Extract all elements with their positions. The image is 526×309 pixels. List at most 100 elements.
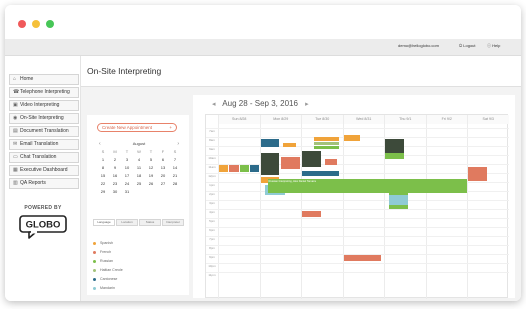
- sidebar-item[interactable]: ⌂ Home: [9, 74, 79, 85]
- sidebar-item[interactable]: ▣ Video Interpreting: [9, 100, 79, 111]
- appointment-event[interactable]: [281, 157, 300, 169]
- sidebar-item[interactable]: ▥ QA Reports: [9, 178, 79, 189]
- appointment-event[interactable]: [229, 165, 239, 172]
- hour-line: [206, 173, 509, 174]
- title-bar: [5, 5, 521, 39]
- appointment-event[interactable]: [389, 195, 408, 205]
- appointment-event[interactable]: [283, 143, 296, 147]
- sidebar-item[interactable]: ▤ Document Translation: [9, 126, 79, 137]
- mini-calendar-day[interactable]: 27: [157, 180, 169, 188]
- legend-dot-icon: [93, 241, 96, 245]
- mini-calendar-day[interactable]: 6: [157, 156, 169, 164]
- mini-calendar-day[interactable]: 26: [145, 180, 157, 188]
- logout-label: Logout: [463, 43, 476, 48]
- filter-tab[interactable]: Location: [116, 219, 138, 226]
- appointment-event[interactable]: [260, 153, 280, 175]
- mini-calendar-day[interactable]: 30: [109, 188, 121, 196]
- dashboard-icon: ▦: [13, 167, 18, 173]
- mini-calendar-day[interactable]: 16: [109, 172, 121, 180]
- appointment-event[interactable]: [260, 139, 280, 147]
- legend-item[interactable]: Mandarin: [93, 286, 115, 290]
- main-content: On-Site Interpreting Create New Appointm…: [81, 56, 521, 301]
- hour-line: [206, 245, 509, 246]
- mini-calendar-day[interactable]: 12: [145, 164, 157, 172]
- mini-calendar-day[interactable]: 24: [121, 180, 133, 188]
- mini-calendar-day[interactable]: 7: [169, 156, 181, 164]
- prev-week-icon[interactable]: ◂: [212, 101, 216, 108]
- appointment-event[interactable]: [219, 165, 229, 172]
- create-appointment-button[interactable]: Create New Appointment +: [97, 123, 177, 132]
- appointment-event[interactable]: [385, 153, 404, 159]
- legend-label: Haitian Creole: [100, 268, 123, 272]
- mini-calendar-day[interactable]: 17: [121, 172, 133, 180]
- help-link[interactable]: ⓘ Help: [487, 43, 500, 49]
- appointment-event[interactable]: [343, 255, 381, 261]
- legend-item[interactable]: Cantonese: [93, 277, 117, 281]
- appointment-event[interactable]: [324, 159, 338, 165]
- mini-calendar-day[interactable]: 4: [133, 156, 145, 164]
- mini-calendar-day[interactable]: 23: [109, 180, 121, 188]
- appointment-event[interactable]: [468, 167, 487, 181]
- filter-tab[interactable]: Language: [93, 219, 115, 226]
- legend-item[interactable]: Spanish: [93, 241, 113, 245]
- date-range: Aug 28 - Sep 3, 2016: [222, 99, 298, 108]
- appointment-event[interactable]: [343, 135, 361, 141]
- mini-calendar-day[interactable]: 14: [169, 164, 181, 172]
- mini-calendar-day[interactable]: 25: [133, 180, 145, 188]
- filter-tab[interactable]: Interpreter: [162, 219, 184, 226]
- mini-calendar-day[interactable]: 22: [97, 180, 109, 188]
- appointment-event[interactable]: [314, 146, 340, 149]
- time-label: 12pm: [208, 174, 216, 178]
- appointment-event[interactable]: [302, 211, 321, 217]
- legend-item[interactable]: Haitian Creole: [93, 268, 123, 272]
- appointment-event[interactable]: [314, 137, 340, 141]
- mini-calendar-day[interactable]: 13: [157, 164, 169, 172]
- time-label: 11pm: [208, 273, 216, 277]
- filter-tab[interactable]: Status: [139, 219, 161, 226]
- time-label: 9am: [209, 147, 215, 151]
- weekday-label: T: [149, 149, 153, 154]
- mini-calendar-day[interactable]: 5: [145, 156, 157, 164]
- maximize-dot[interactable]: [46, 20, 54, 28]
- week-calendar: Sun 8/28 Mon 8/29 Tue 8/30 Wed 8/31 Thu 9/1 F…: [205, 114, 509, 299]
- mini-calendar-day[interactable]: 31: [121, 188, 133, 196]
- appointment-event[interactable]: [250, 165, 260, 172]
- help-label: Help: [492, 43, 501, 48]
- chevron-left-icon[interactable]: ‹: [99, 141, 101, 147]
- appointment-event[interactable]: [314, 142, 340, 145]
- mini-calendar-day[interactable]: 3: [121, 156, 133, 164]
- chevron-right-icon[interactable]: ›: [177, 141, 179, 147]
- mini-calendar-day[interactable]: 21: [169, 172, 181, 180]
- hour-line: [206, 146, 509, 147]
- legend-item[interactable]: Russian: [93, 259, 113, 263]
- sidebar-item[interactable]: ☎Telephone Interpreting: [9, 87, 79, 98]
- mini-calendar-day[interactable]: 29: [97, 188, 109, 196]
- next-week-icon[interactable]: ▸: [305, 101, 309, 108]
- location-icon: ◉: [13, 115, 18, 121]
- mini-calendar-day[interactable]: 1: [97, 156, 109, 164]
- close-dot[interactable]: [18, 20, 26, 28]
- logout-link[interactable]: ⏻ Logout: [459, 43, 476, 48]
- sidebar-item[interactable]: ▦ Executive Dashboard: [9, 165, 79, 176]
- mini-calendar-day[interactable]: 2: [109, 156, 121, 164]
- sidebar-item[interactable]: ◉ On-Site Interpreting: [9, 113, 79, 124]
- appointment-event[interactable]: [239, 165, 249, 172]
- sidebar-item[interactable]: ▭ Chat Translation: [9, 152, 79, 163]
- day-header: Mon 8/29: [259, 115, 301, 124]
- appointment-event[interactable]: Russian Interpreting, Alex Daniel Tamaza: [267, 179, 467, 193]
- mini-calendar-day[interactable]: 19: [145, 172, 157, 180]
- sidebar-item[interactable]: ✉ Email Translation: [9, 139, 79, 150]
- appointment-event[interactable]: [302, 171, 340, 176]
- mini-calendar-day[interactable]: 28: [169, 180, 181, 188]
- mini-calendar-day[interactable]: 10: [121, 164, 133, 172]
- mini-calendar-day[interactable]: 20: [157, 172, 169, 180]
- legend-item[interactable]: French: [93, 250, 111, 254]
- mini-calendar-day[interactable]: 9: [109, 164, 121, 172]
- appointment-event[interactable]: [302, 151, 321, 167]
- mini-calendar-day[interactable]: 15: [97, 172, 109, 180]
- mini-calendar-day[interactable]: 11: [133, 164, 145, 172]
- minimize-dot[interactable]: [32, 20, 40, 28]
- document-icon: ▤: [13, 128, 18, 134]
- mini-calendar-day[interactable]: 18: [133, 172, 145, 180]
- mini-calendar-day[interactable]: 8: [97, 164, 109, 172]
